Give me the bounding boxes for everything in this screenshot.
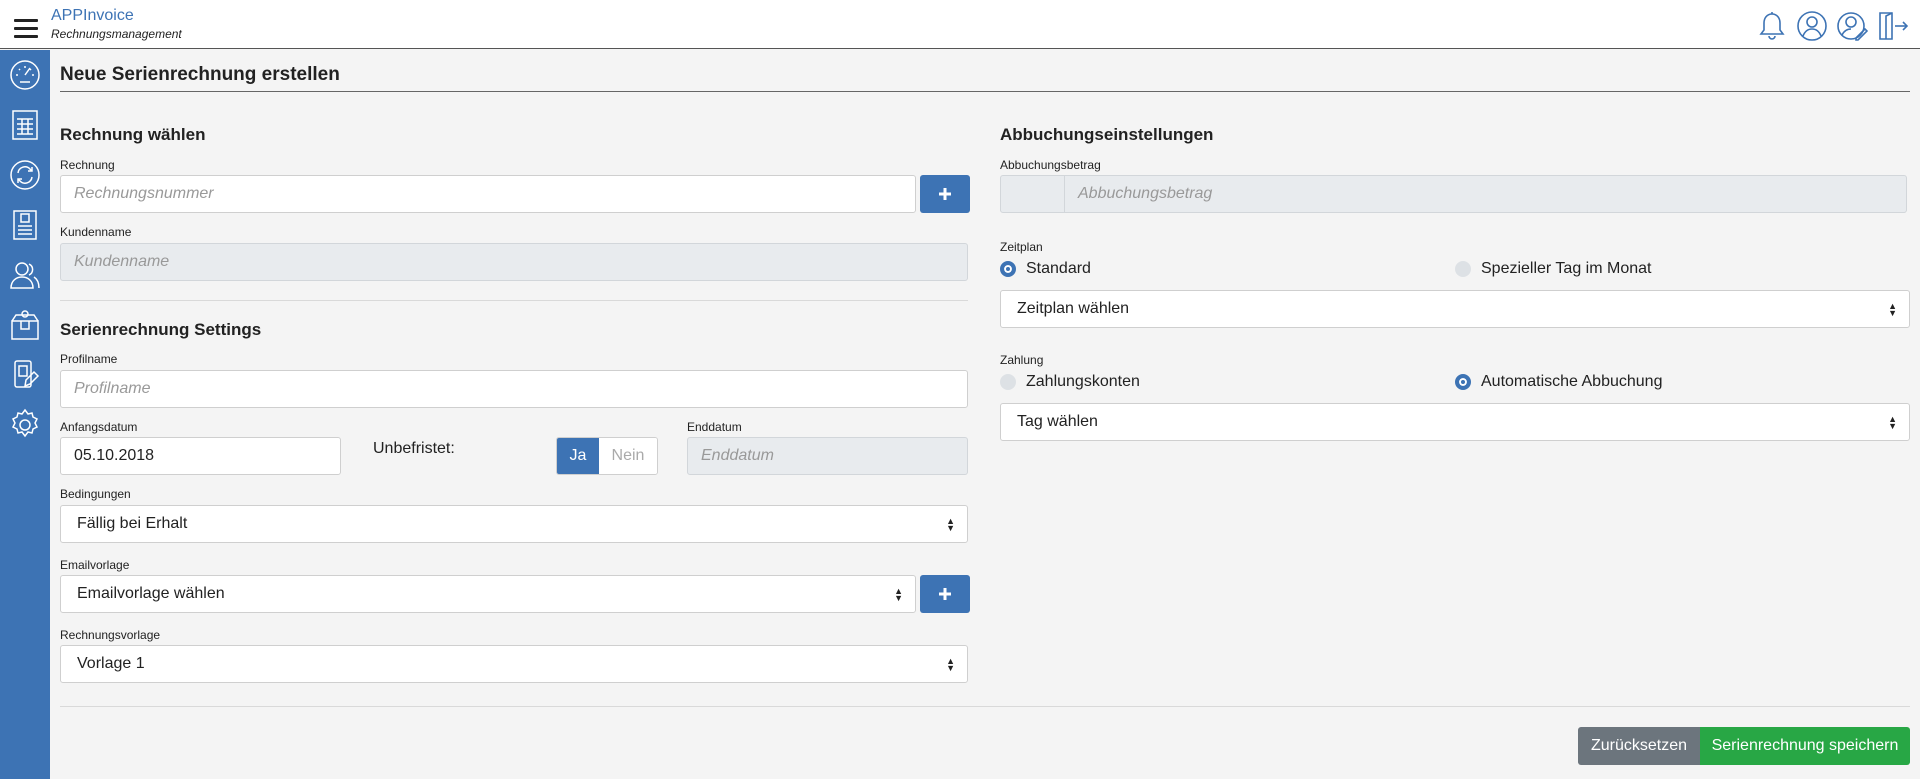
save-recurring-invoice-button[interactable]: Serienrechnung speichern bbox=[1700, 727, 1910, 765]
sidebar-item-products[interactable] bbox=[0, 300, 50, 350]
hamburger-menu-icon[interactable] bbox=[14, 19, 38, 39]
dashboard-icon bbox=[10, 60, 40, 90]
payment-accounts-radio[interactable]: Zahlungskonten bbox=[1000, 373, 1140, 391]
invoice-template-value: Vorlage 1 bbox=[77, 655, 145, 672]
user-icon[interactable] bbox=[1796, 10, 1828, 42]
amount-input-group: Abbuchungsbetrag bbox=[1000, 175, 1907, 213]
radio-unchecked-icon bbox=[1455, 261, 1471, 277]
terms-select-value: Fällig bei Erhalt bbox=[77, 515, 188, 532]
select-caret-icon: ▲ ▼ bbox=[1888, 414, 1897, 431]
customer-name-input: Kundenname bbox=[60, 243, 968, 281]
sidebar-item-bills[interactable] bbox=[0, 200, 50, 250]
sidebar-item-invoices[interactable] bbox=[0, 100, 50, 150]
app-name[interactable]: APPInvoice bbox=[51, 7, 182, 25]
settings-section-title: Serienrechnung Settings bbox=[60, 320, 262, 339]
toggle-no-button[interactable]: Nein bbox=[599, 438, 657, 474]
add-email-template-button[interactable] bbox=[920, 575, 970, 613]
payment-icon bbox=[14, 360, 40, 388]
select-caret-icon: ▲ ▼ bbox=[946, 656, 955, 673]
top-bar: APPInvoice Rechnungsmanagement bbox=[0, 0, 1920, 49]
plus-icon bbox=[939, 188, 951, 200]
sidebar-item-settings[interactable] bbox=[0, 400, 50, 450]
reset-button[interactable]: Zurücksetzen bbox=[1578, 727, 1700, 765]
radio-checked-icon bbox=[1455, 374, 1471, 390]
schedule-standard-radio[interactable]: Standard bbox=[1000, 260, 1091, 278]
select-caret-icon: ▲ ▼ bbox=[894, 586, 903, 603]
profile-name-input[interactable]: Profilname bbox=[60, 370, 968, 408]
brand: APPInvoice Rechnungsmanagement bbox=[51, 7, 182, 41]
email-template-value: Emailvorlage wählen bbox=[77, 585, 225, 602]
products-icon bbox=[11, 310, 39, 340]
radio-unchecked-icon bbox=[1000, 374, 1016, 390]
settings-icon bbox=[11, 408, 39, 438]
schedule-special-day-radio[interactable]: Spezieller Tag im Monat bbox=[1455, 260, 1651, 278]
bill-icon bbox=[13, 210, 37, 240]
radio-checked-icon bbox=[1000, 261, 1016, 277]
sidebar-item-recurring[interactable] bbox=[0, 150, 50, 200]
end-date-label: Enddatum bbox=[687, 420, 742, 434]
footer-divider bbox=[60, 706, 1910, 707]
customer-label: Kundenname bbox=[60, 225, 132, 239]
debit-section-title: Abbuchungseinstellungen bbox=[1000, 125, 1214, 144]
schedule-select[interactable]: Zeitplan wählen ▲ ▼ bbox=[1000, 290, 1910, 328]
terms-select[interactable]: Fällig bei Erhalt ▲ ▼ bbox=[60, 505, 968, 543]
schedule-select-value: Zeitplan wählen bbox=[1017, 300, 1130, 317]
plus-icon bbox=[939, 588, 951, 600]
day-select[interactable]: Tag wählen ▲ ▼ bbox=[1000, 403, 1910, 441]
invoice-template-label: Rechnungsvorlage bbox=[60, 628, 161, 642]
toggle-yes-button[interactable]: Ja bbox=[557, 438, 599, 474]
add-invoice-button[interactable] bbox=[920, 175, 970, 213]
email-template-label: Emailvorlage bbox=[60, 558, 130, 572]
select-caret-icon: ▲ ▼ bbox=[946, 516, 955, 533]
schedule-label: Zeitplan bbox=[1000, 240, 1043, 254]
invoice-number-input[interactable]: Rechnungsnummer bbox=[60, 175, 916, 213]
sidebar-item-dashboard[interactable] bbox=[0, 50, 50, 100]
sidebar-item-customers[interactable] bbox=[0, 250, 50, 300]
user-edit-icon[interactable] bbox=[1836, 10, 1868, 42]
customers-icon bbox=[10, 262, 40, 289]
logout-icon[interactable] bbox=[1876, 10, 1908, 42]
start-date-label: Anfangsdatum bbox=[60, 420, 138, 434]
main-content: Neue Serienrechnung erstellen Rechnung w… bbox=[60, 50, 1910, 779]
select-caret-icon: ▲ ▼ bbox=[1888, 301, 1897, 318]
page-title: Neue Serienrechnung erstellen bbox=[60, 64, 1910, 92]
invoice-label: Rechnung bbox=[60, 158, 115, 172]
amount-label: Abbuchungsbetrag bbox=[1000, 158, 1101, 172]
sidebar-item-payments[interactable] bbox=[0, 350, 50, 400]
payment-auto-debit-label: Automatische Abbuchung bbox=[1481, 373, 1663, 390]
terms-label: Bedingungen bbox=[60, 487, 131, 501]
end-date-input: Enddatum bbox=[687, 437, 968, 475]
amount-prefix bbox=[1001, 176, 1065, 212]
amount-input: Abbuchungsbetrag bbox=[1078, 185, 1213, 202]
app-subtitle: Rechnungsmanagement bbox=[51, 27, 182, 41]
payment-label: Zahlung bbox=[1000, 353, 1044, 367]
schedule-special-day-label: Spezieller Tag im Monat bbox=[1481, 260, 1652, 277]
sidebar bbox=[0, 50, 50, 779]
bell-icon[interactable] bbox=[1756, 10, 1788, 42]
invoice-section-title: Rechnung wählen bbox=[60, 125, 206, 144]
email-template-select[interactable]: Emailvorlage wählen ▲ ▼ bbox=[60, 575, 916, 613]
profile-label: Profilname bbox=[60, 352, 118, 366]
schedule-standard-label: Standard bbox=[1026, 260, 1091, 277]
start-date-input[interactable]: 05.10.2018 bbox=[60, 437, 341, 475]
unlimited-toggle: Ja Nein bbox=[556, 437, 658, 475]
unlimited-label: Unbefristet: bbox=[373, 440, 455, 457]
payment-accounts-label: Zahlungskonten bbox=[1026, 373, 1140, 390]
invoice-template-select[interactable]: Vorlage 1 ▲ ▼ bbox=[60, 645, 968, 683]
divider bbox=[60, 300, 968, 301]
payment-auto-debit-radio[interactable]: Automatische Abbuchung bbox=[1455, 373, 1662, 391]
invoice-table-icon bbox=[12, 110, 38, 140]
recurring-icon bbox=[10, 160, 40, 190]
day-select-value: Tag wählen bbox=[1017, 413, 1098, 430]
